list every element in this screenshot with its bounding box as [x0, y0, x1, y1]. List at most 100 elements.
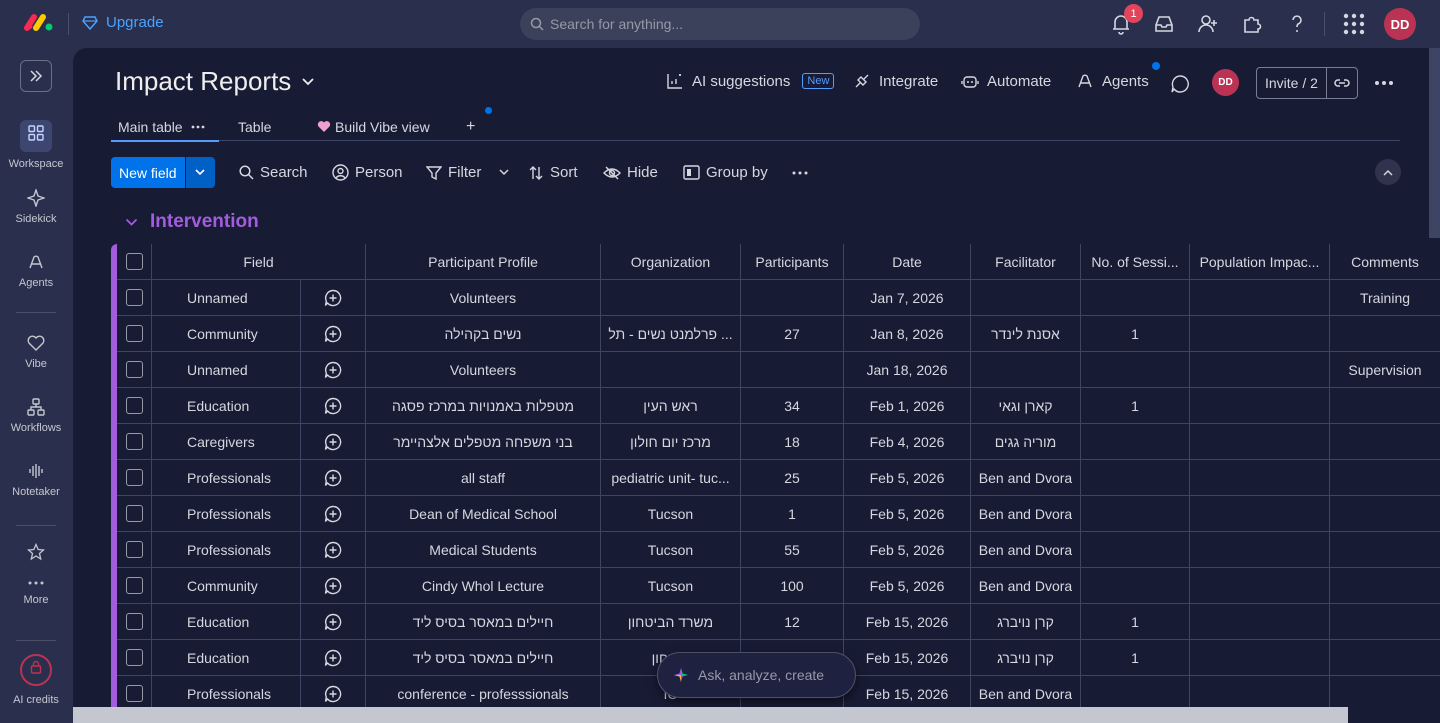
apps-puzzle-icon[interactable]	[1241, 12, 1263, 36]
checkbox-cell[interactable]	[117, 568, 152, 604]
comments-cell[interactable]	[1330, 388, 1440, 424]
population-impact-cell[interactable]	[1190, 496, 1330, 532]
row-checkbox[interactable]	[125, 685, 143, 702]
rail-item-notetaker[interactable]: Notetaker	[0, 462, 72, 498]
field-cell[interactable]: Community	[152, 316, 301, 352]
organization-cell[interactable]: Tucson	[601, 568, 741, 604]
date-cell[interactable]: Jan 8, 2026	[844, 316, 971, 352]
row-checkbox[interactable]	[125, 433, 143, 450]
participants-cell[interactable]: 100	[741, 568, 844, 604]
add-update-cell[interactable]	[301, 388, 366, 424]
field-cell[interactable]: Unnamed	[152, 280, 301, 316]
comments-cell[interactable]: Training	[1330, 280, 1440, 316]
upgrade-button[interactable]: Upgrade	[82, 14, 164, 31]
expand-sidebar-button[interactable]	[20, 60, 52, 92]
date-cell[interactable]: Feb 5, 2026	[844, 460, 971, 496]
ask-ai-input[interactable]: Ask, analyze, create	[657, 652, 856, 698]
add-update-icon[interactable]	[324, 613, 342, 631]
invite-button[interactable]: Invite / 2	[1256, 67, 1358, 99]
facilitator-cell[interactable]: קרן נויברג	[971, 640, 1081, 676]
ai-suggestions-button[interactable]: AI suggestions New	[666, 72, 835, 90]
checkbox-cell[interactable]	[117, 604, 152, 640]
table-row[interactable]: Professionals all staff pediatric unit- tu…	[117, 460, 1440, 496]
rail-item-sidekick[interactable]: Sidekick	[0, 189, 72, 225]
horizontal-scrollbar[interactable]	[73, 707, 1348, 723]
column-header-facilitator[interactable]: Facilitator	[971, 244, 1081, 280]
copy-link-button[interactable]	[1325, 68, 1357, 98]
row-checkbox[interactable]	[125, 577, 143, 594]
participant-profile-cell[interactable]: Volunteers	[366, 280, 601, 316]
population-impact-cell[interactable]	[1190, 460, 1330, 496]
sessions-cell[interactable]	[1081, 532, 1190, 568]
global-search-input[interactable]: Search for anything...	[520, 8, 920, 40]
organization-cell[interactable]: pediatric unit- tuc...	[601, 460, 741, 496]
vertical-scrollbar[interactable]	[1429, 48, 1440, 238]
add-update-cell[interactable]	[301, 604, 366, 640]
tab-main-table[interactable]: Main table	[111, 112, 219, 142]
rail-item-more[interactable]: More	[0, 578, 72, 606]
row-checkbox[interactable]	[125, 289, 143, 306]
add-update-cell[interactable]	[301, 352, 366, 388]
facilitator-cell[interactable]: Ben and Dvora	[971, 568, 1081, 604]
population-impact-cell[interactable]	[1190, 316, 1330, 352]
participant-profile-cell[interactable]: Medical Students	[366, 532, 601, 568]
participants-cell[interactable]	[741, 280, 844, 316]
organization-cell[interactable]: ראש העין	[601, 388, 741, 424]
row-checkbox[interactable]	[125, 361, 143, 378]
chat-bubble-icon[interactable]	[1170, 74, 1190, 94]
user-avatar[interactable]: DD	[1384, 8, 1416, 40]
comments-cell[interactable]	[1330, 424, 1440, 460]
help-icon[interactable]	[1286, 12, 1308, 36]
organization-cell[interactable]	[601, 352, 741, 388]
new-field-dropdown-button[interactable]	[185, 157, 215, 188]
field-cell[interactable]: Education	[152, 640, 301, 676]
table-row[interactable]: Professionals Dean of Medical School Tucso…	[117, 496, 1440, 532]
sessions-cell[interactable]	[1081, 280, 1190, 316]
field-cell[interactable]: Professionals	[152, 460, 301, 496]
inbox-icon[interactable]	[1153, 12, 1175, 36]
comments-cell[interactable]	[1330, 460, 1440, 496]
checkbox-cell[interactable]	[117, 532, 152, 568]
invite-member-icon[interactable]	[1197, 12, 1219, 36]
checkbox-cell[interactable]	[117, 424, 152, 460]
row-checkbox[interactable]	[125, 649, 143, 666]
tab-build-vibe-view[interactable]: Build Vibe view	[317, 112, 430, 141]
row-checkbox[interactable]	[125, 613, 143, 630]
organization-cell[interactable]: Tucson	[601, 496, 741, 532]
participant-profile-cell[interactable]: חיילים במאסר בסיס ליד	[366, 604, 601, 640]
add-update-icon[interactable]	[324, 325, 342, 343]
table-row[interactable]: Education מטפלות באמנויות במרכז פסגה ראש ה…	[117, 388, 1440, 424]
column-header-date[interactable]: Date	[844, 244, 971, 280]
facilitator-cell[interactable]	[971, 352, 1081, 388]
column-header-field[interactable]: Field	[152, 244, 366, 280]
row-checkbox[interactable]	[125, 469, 143, 486]
facilitator-cell[interactable]: Ben and Dvora	[971, 460, 1081, 496]
row-checkbox[interactable]	[125, 253, 143, 270]
automate-button[interactable]: Automate	[961, 72, 1051, 90]
table-row[interactable]: Education חיילים במאסר בסיס ליד משרד הביטח…	[117, 604, 1440, 640]
add-update-icon[interactable]	[324, 397, 342, 415]
rail-item-workflows[interactable]: Workflows	[0, 398, 72, 434]
participants-cell[interactable]: 1	[741, 496, 844, 532]
date-cell[interactable]: Feb 5, 2026	[844, 568, 971, 604]
row-checkbox[interactable]	[125, 397, 143, 414]
checkbox-cell[interactable]	[117, 352, 152, 388]
add-update-cell[interactable]	[301, 496, 366, 532]
chevron-down-icon[interactable]	[499, 169, 509, 176]
participants-cell[interactable]: 34	[741, 388, 844, 424]
facilitator-cell[interactable]: Ben and Dvora	[971, 532, 1081, 568]
add-update-cell[interactable]	[301, 424, 366, 460]
add-update-icon[interactable]	[324, 505, 342, 523]
checkbox-cell[interactable]	[117, 316, 152, 352]
population-impact-cell[interactable]	[1190, 280, 1330, 316]
column-header-sessions[interactable]: No. of Sessi...	[1081, 244, 1190, 280]
sessions-cell[interactable]: 1	[1081, 604, 1190, 640]
participants-cell[interactable]	[741, 352, 844, 388]
date-cell[interactable]: Jan 7, 2026	[844, 280, 971, 316]
participant-profile-cell[interactable]: Dean of Medical School	[366, 496, 601, 532]
participant-profile-cell[interactable]: חיילים במאסר בסיס ליד	[366, 640, 601, 676]
add-update-cell[interactable]	[301, 280, 366, 316]
participant-profile-cell[interactable]: נשים בקהילה	[366, 316, 601, 352]
organization-cell[interactable]: מרכז יום חולון	[601, 424, 741, 460]
participants-cell[interactable]: 55	[741, 532, 844, 568]
